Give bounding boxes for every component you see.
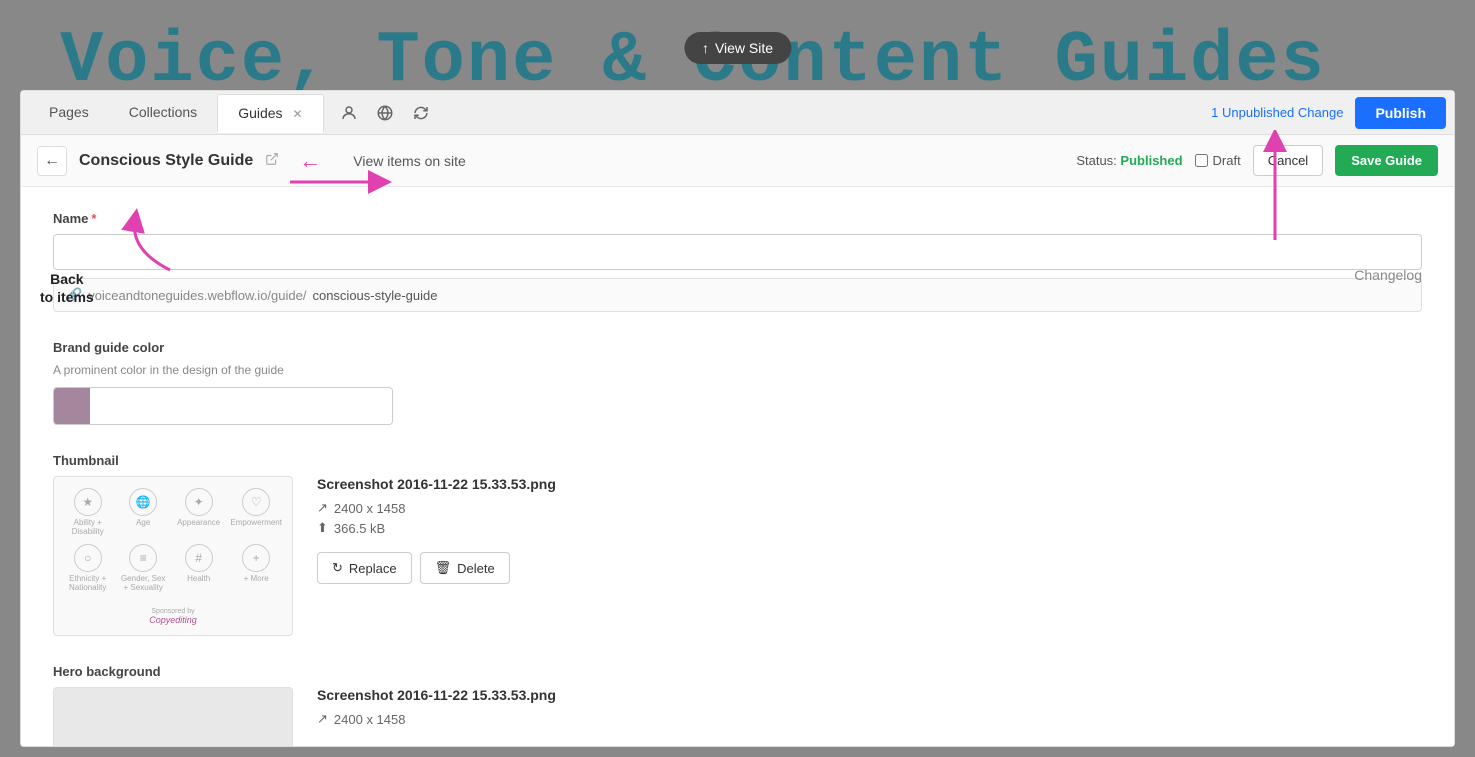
thumb-globe-icon: 🌐	[129, 488, 157, 516]
thumb-heart-icon: ♡	[242, 488, 270, 516]
thumb-circle-icon: ○	[74, 544, 102, 572]
hero-bg-area: Screenshot 2016-11-22 15.33.53.png ↗ 240…	[53, 687, 1422, 746]
draft-label: Draft	[1213, 153, 1241, 168]
globe-icon-btn[interactable]	[368, 96, 402, 130]
tab-right: 1 Unpublished Change Publish	[1211, 97, 1446, 129]
color-picker-wrap[interactable]: #a4869d	[53, 387, 393, 425]
name-input[interactable]: Conscious Style Guide	[53, 234, 1422, 270]
tab-close-icon[interactable]: ✕	[292, 107, 302, 121]
color-swatch[interactable]	[54, 388, 90, 424]
file-info: Screenshot 2016-11-22 15.33.53.png ↗ 240…	[317, 476, 1422, 584]
brand-color-sublabel: A prominent color in the design of the g…	[53, 363, 1422, 377]
delete-button[interactable]: 🗑 Delete	[420, 552, 510, 584]
status-value: Published	[1120, 153, 1182, 168]
draft-checkbox[interactable]	[1195, 154, 1208, 167]
thumbnail-field-group: Thumbnail ★ Ability + Disability 🌐	[53, 453, 1422, 636]
hero-bg-field-group: Hero background Screenshot 2016-11-22 15…	[53, 664, 1422, 746]
required-indicator: *	[91, 211, 96, 226]
save-guide-button[interactable]: Save Guide	[1335, 145, 1438, 176]
hero-dimensions: ↗ 2400 x 1458	[317, 711, 1422, 727]
resize-icon: ↗	[317, 500, 328, 516]
publish-button[interactable]: Publish	[1355, 97, 1446, 129]
back-to-items-annotation: Backto items	[40, 270, 94, 306]
content-area: Changelog Name* Conscious Style Guide 🔗 …	[21, 187, 1454, 746]
hero-bg-label: Hero background	[53, 664, 1422, 679]
hero-preview	[53, 687, 293, 746]
trash-icon: 🗑	[435, 560, 452, 576]
cancel-button[interactable]: Cancel	[1253, 145, 1323, 176]
replace-icon: ↻	[332, 560, 343, 576]
name-field-group: Name* Conscious Style Guide 🔗 voiceandto…	[53, 211, 1422, 312]
tab-pages[interactable]: Pages	[29, 94, 109, 132]
hero-file-info: Screenshot 2016-11-22 15.33.53.png ↗ 240…	[317, 687, 1422, 731]
external-link-icon[interactable]	[265, 152, 279, 169]
file-actions: ↻ Replace 🗑 Delete	[317, 552, 1422, 584]
tab-bar: Pages Collections Guides ✕ 1 Unpublished…	[21, 91, 1454, 135]
file-size: ⬆ 366.5 kB	[317, 520, 1422, 536]
thumb-lines-icon: ≡	[129, 544, 157, 572]
pink-arrow-viewitems: ←	[299, 148, 321, 174]
draft-toggle[interactable]: Draft	[1195, 153, 1241, 168]
upload-icon: ⬆	[317, 520, 328, 536]
tab-guides[interactable]: Guides ✕	[217, 94, 323, 133]
replace-button[interactable]: ↻ Replace	[317, 552, 412, 584]
url-slug: conscious-style-guide	[312, 288, 437, 303]
brand-color-label: Brand guide color	[53, 340, 1422, 355]
person-icon-btn[interactable]	[332, 96, 366, 130]
back-button[interactable]: ←	[37, 146, 67, 176]
unpublished-change-link[interactable]: 1 Unpublished Change	[1211, 105, 1343, 120]
brand-color-field-group: Brand guide color A prominent color in t…	[53, 340, 1422, 425]
url-field: 🔗 voiceandtoneguides.webflow.io/guide/co…	[53, 278, 1422, 312]
refresh-icon-btn[interactable]	[404, 96, 438, 130]
thumb-star-icon: ★	[74, 488, 102, 516]
thumbnail-preview: ★ Ability + Disability 🌐 Age ✦ Appearanc…	[53, 476, 293, 636]
thumbnail-area: ★ Ability + Disability 🌐 Age ✦ Appearanc…	[53, 476, 1422, 636]
hero-resize-icon: ↗	[317, 711, 328, 727]
changelog-label[interactable]: Changelog	[1354, 267, 1422, 283]
view-site-tooltip[interactable]: ↑ View Site	[684, 32, 791, 64]
name-field-label: Name*	[53, 211, 1422, 226]
filename: Screenshot 2016-11-22 15.33.53.png	[317, 476, 1422, 492]
status-label: Status: Published	[1076, 153, 1182, 168]
thumb-sparkle-icon: ✦	[185, 488, 213, 516]
thumb-sponsor: Sponsored by Copyediting	[149, 608, 197, 625]
thumb-hash-icon: #	[185, 544, 213, 572]
collection-title: Conscious Style Guide	[79, 152, 253, 170]
url-base: voiceandtoneguides.webflow.io/guide/	[88, 288, 306, 303]
view-items-link[interactable]: View items on site	[353, 153, 466, 169]
thumbnail-label: Thumbnail	[53, 453, 1422, 468]
editor-window: Pages Collections Guides ✕ 1 Unpublished…	[20, 90, 1455, 747]
file-dimensions: ↗ 2400 x 1458	[317, 500, 1422, 516]
tab-collections[interactable]: Collections	[109, 94, 217, 132]
view-site-icon: ↑	[702, 40, 709, 56]
color-input[interactable]: #a4869d	[90, 388, 392, 424]
toolbar: ← Conscious Style Guide ← View items on …	[21, 135, 1454, 187]
hero-filename: Screenshot 2016-11-22 15.33.53.png	[317, 687, 1422, 703]
thumb-plus-icon: +	[242, 544, 270, 572]
view-site-label: View Site	[715, 40, 773, 56]
tab-icons	[332, 96, 438, 130]
toolbar-right: Status: Published Draft Cancel Save Guid…	[1076, 145, 1438, 176]
